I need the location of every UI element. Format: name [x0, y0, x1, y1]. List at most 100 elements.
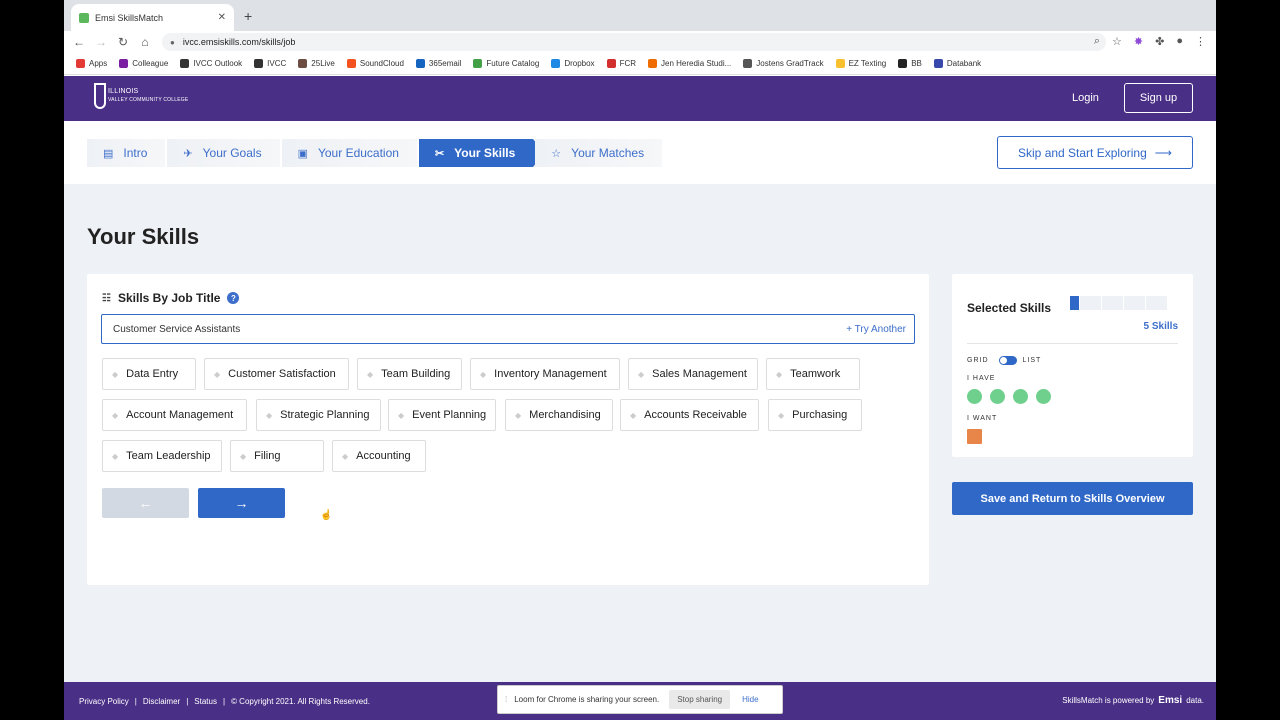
- hide-link[interactable]: Hide: [742, 695, 758, 704]
- job-title-value: Customer Service Assistants: [113, 323, 241, 335]
- site-logo[interactable]: ILLINOIS VALLEY COMMUNITY COLLEGE: [94, 83, 188, 109]
- skill-label: Data Entry: [126, 368, 179, 380]
- footer-link[interactable]: Status: [194, 697, 217, 706]
- diamond-icon: ◆: [367, 369, 374, 379]
- footer-link[interactable]: © Copyright 2021. All Rights Reserved.: [231, 697, 370, 706]
- bookmark-item[interactable]: Jen Heredia Studi...: [648, 59, 731, 68]
- stop-sharing-button[interactable]: Stop sharing: [669, 690, 731, 709]
- bookmark-label: Databank: [946, 59, 982, 68]
- skill-chip[interactable]: ◆ Team Leadership: [102, 440, 222, 472]
- bookmark-item[interactable]: Jostens GradTrack: [743, 59, 824, 68]
- bookmark-item[interactable]: FCR: [606, 59, 636, 68]
- signup-button[interactable]: Sign up: [1124, 83, 1193, 113]
- step-navigation: ▤ Intro ✈ Your Goals ▣ Your Education ✂ Your Sk…: [64, 121, 1216, 184]
- view-toggle: GRID LIST: [967, 356, 1041, 365]
- close-tab-icon[interactable]: ✕: [218, 12, 226, 23]
- bookmark-item[interactable]: EZ Texting: [835, 59, 886, 68]
- step-your-skills[interactable]: ✂ Your Skills: [418, 139, 546, 167]
- save-return-button[interactable]: Save and Return to Skills Overview: [952, 482, 1193, 515]
- have-skill-dot[interactable]: [967, 389, 982, 404]
- step-your-education[interactable]: ▣ Your Education: [281, 139, 417, 167]
- skill-chip[interactable]: ◆ Accounting: [332, 440, 426, 472]
- book-icon: ▤: [103, 147, 114, 160]
- skill-chip[interactable]: ◆ Event Planning: [388, 399, 496, 431]
- bookmark-icon: [415, 59, 425, 68]
- bookmark-label: 365email: [428, 59, 462, 68]
- step-your-matches[interactable]: ☆ Your Matches: [535, 139, 663, 167]
- skill-chip[interactable]: ◆ Strategic Planning: [256, 399, 381, 431]
- separator: |: [134, 697, 137, 706]
- bookmark-item[interactable]: IVCC: [254, 59, 286, 68]
- bookmark-star-icon[interactable]: ☆: [1112, 35, 1122, 48]
- skill-label: Merchandising: [529, 409, 601, 421]
- profile-icon[interactable]: ●: [1176, 35, 1183, 48]
- bookmark-item[interactable]: IVCC Outlook: [180, 59, 242, 68]
- logo-mark-icon: [94, 83, 106, 109]
- bookmark-icon: [76, 59, 85, 68]
- skill-label: Purchasing: [792, 409, 848, 421]
- menu-icon[interactable]: ⋮: [1195, 35, 1206, 48]
- bookmark-item[interactable]: Apps: [76, 59, 107, 68]
- job-title-input[interactable]: Customer Service Assistants + Try Anothe…: [101, 314, 915, 344]
- emsi-logo[interactable]: Emsi: [1158, 695, 1182, 706]
- zoom-icon[interactable]: ⌕: [1094, 35, 1100, 48]
- skill-chip[interactable]: ◆ Accounts Receivable: [620, 399, 759, 431]
- bookmark-item[interactable]: SoundCloud: [346, 59, 404, 68]
- skill-chip[interactable]: ◆ Sales Management: [628, 358, 758, 390]
- skill-chip[interactable]: ◆ Filing: [230, 440, 324, 472]
- want-skill-marker[interactable]: [967, 429, 982, 444]
- extension-icon[interactable]: ✸: [1134, 35, 1143, 48]
- bookmark-item[interactable]: Databank: [933, 59, 982, 68]
- help-icon[interactable]: ?: [227, 292, 240, 304]
- skill-chip[interactable]: ◆ Teamwork: [766, 358, 860, 390]
- share-message: Loom for Chrome is sharing your screen.: [514, 695, 660, 704]
- skill-label: Account Management: [126, 409, 234, 421]
- skill-chip[interactable]: ◆ Data Entry: [102, 358, 196, 390]
- try-another-link[interactable]: + Try Another: [846, 324, 906, 335]
- grid-list-switch[interactable]: [998, 356, 1017, 365]
- have-skill-dot[interactable]: [1036, 389, 1051, 404]
- browser-tab[interactable]: Emsi SkillsMatch ✕: [71, 4, 234, 31]
- skill-chip[interactable]: ◆ Account Management: [102, 399, 247, 431]
- have-skill-dot[interactable]: [990, 389, 1005, 404]
- bookmark-icon: [551, 59, 561, 68]
- skill-chip[interactable]: ◆ Team Building: [357, 358, 462, 390]
- url-field[interactable]: ● ivcc.emsiskills.com/skills/job: [162, 33, 1106, 51]
- step-label: Your Goals: [202, 146, 262, 160]
- bookmark-item[interactable]: Future Catalog: [473, 59, 539, 68]
- drag-handle-icon[interactable]: ⁞: [505, 695, 507, 704]
- skip-button[interactable]: Skip and Start Exploring ⟶: [997, 136, 1193, 169]
- next-button[interactable]: →: [198, 488, 285, 518]
- step-label: Your Education: [317, 146, 399, 160]
- bookmark-item[interactable]: Dropbox: [551, 59, 595, 68]
- bookmark-label: Colleague: [132, 59, 169, 68]
- skill-chip[interactable]: ◆ Inventory Management: [470, 358, 620, 390]
- step-your-goals[interactable]: ✈ Your Goals: [167, 139, 280, 167]
- skill-label: Team Building: [381, 368, 451, 380]
- skills-by-job-card: ☷ Skills By Job Title ? Customer Service…: [87, 274, 929, 585]
- puzzle-icon[interactable]: ✤: [1155, 35, 1164, 48]
- new-tab-icon[interactable]: +: [244, 8, 252, 24]
- back-icon[interactable]: ←: [68, 35, 90, 49]
- bookmark-item[interactable]: Colleague: [119, 59, 168, 68]
- bookmark-item[interactable]: BB: [898, 59, 922, 68]
- step-intro[interactable]: ▤ Intro: [87, 139, 166, 167]
- separator: |: [186, 697, 189, 706]
- footer-link[interactable]: Privacy Policy: [79, 697, 129, 706]
- skill-chip[interactable]: ◆ Merchandising: [505, 399, 613, 431]
- footer-link[interactable]: Disclaimer: [143, 697, 180, 706]
- home-icon[interactable]: ⌂: [134, 35, 156, 49]
- reload-icon[interactable]: ↻: [112, 35, 134, 49]
- skill-label: Customer Satisfaction: [228, 368, 336, 380]
- skill-chip[interactable]: ◆ Purchasing: [768, 399, 862, 431]
- bookmark-item[interactable]: 365email: [415, 59, 462, 68]
- have-skill-dot[interactable]: [1013, 389, 1028, 404]
- bookmark-item[interactable]: 25Live: [298, 59, 335, 68]
- bookmark-icon: [119, 59, 129, 68]
- forward-icon[interactable]: →: [90, 35, 112, 49]
- login-link[interactable]: Login: [1072, 92, 1099, 104]
- skill-chip[interactable]: ◆ Customer Satisfaction: [204, 358, 349, 390]
- lock-icon: ●: [170, 37, 175, 47]
- diamond-icon: ◆: [112, 369, 119, 379]
- previous-button[interactable]: ←: [102, 488, 189, 518]
